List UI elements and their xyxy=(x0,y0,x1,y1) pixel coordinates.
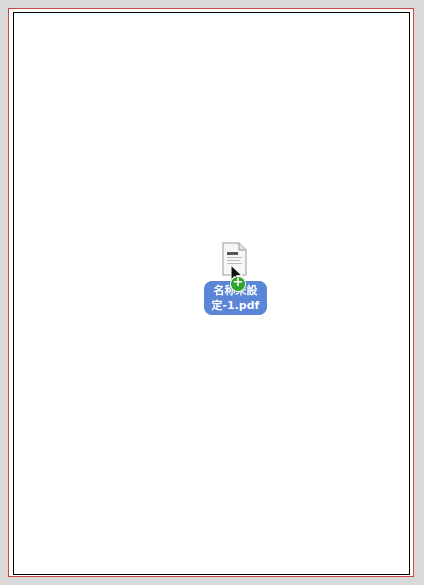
dragged-file[interactable]: 名称未設 定-1.pdf + xyxy=(204,240,268,318)
plus-badge-icon: + xyxy=(230,276,246,292)
